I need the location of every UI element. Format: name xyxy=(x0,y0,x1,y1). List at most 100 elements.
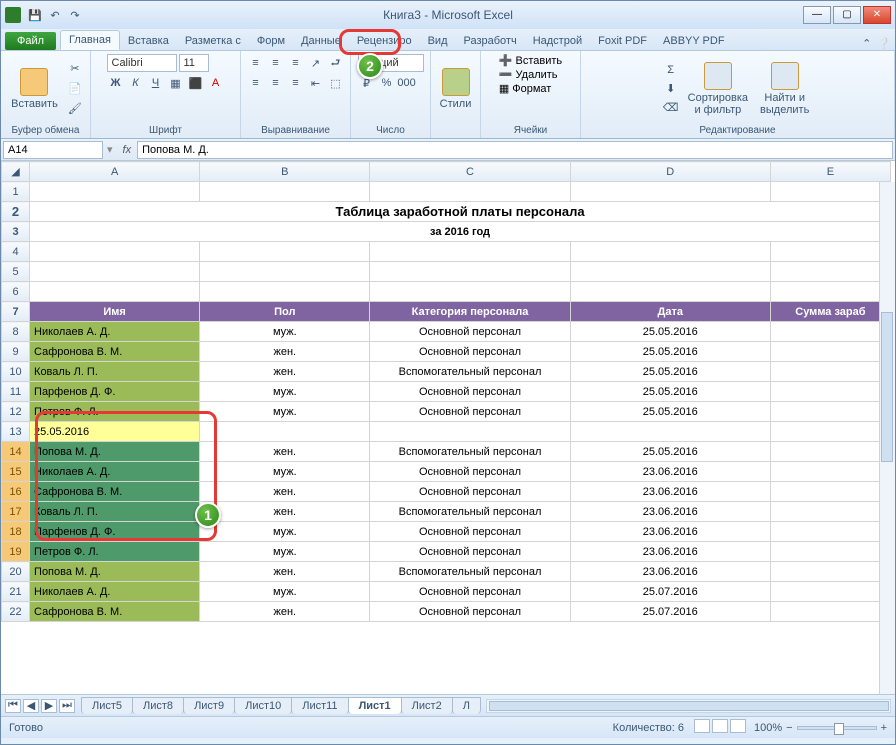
cell[interactable]: муж. xyxy=(200,322,370,342)
underline-button[interactable]: Ч xyxy=(147,74,165,92)
cell[interactable]: жен. xyxy=(200,442,370,462)
cell[interactable]: 25.05.2016 xyxy=(570,322,770,342)
close-button[interactable]: ✕ xyxy=(863,6,891,24)
cell[interactable]: Вспомогательный персонал xyxy=(370,442,570,462)
cell[interactable] xyxy=(770,422,890,442)
table-title[interactable]: Таблица заработной платы персонала xyxy=(30,202,891,222)
view-buttons[interactable] xyxy=(692,719,746,736)
fx-icon[interactable]: fx xyxy=(123,144,132,156)
sheet-nav-last-icon[interactable]: ⏭ xyxy=(59,699,75,713)
font-name-combo[interactable]: Calibri xyxy=(107,54,177,72)
orientation-icon[interactable]: ↗ xyxy=(307,54,325,72)
row-header[interactable]: 3 xyxy=(2,222,30,242)
row-header[interactable]: 22 xyxy=(2,602,30,622)
cell[interactable]: 2 xyxy=(770,582,890,602)
sheet-tab[interactable]: Лист5 xyxy=(81,697,133,714)
cell[interactable]: жен. xyxy=(200,602,370,622)
row-header[interactable]: 18 xyxy=(2,522,30,542)
tab-view[interactable]: Вид xyxy=(420,32,456,50)
sheet-tab[interactable]: Лист1 xyxy=(348,697,402,714)
cell[interactable]: Николаев А. Д. xyxy=(30,582,200,602)
row-header[interactable]: 12 xyxy=(2,402,30,422)
cell[interactable]: Основной персонал xyxy=(370,602,570,622)
vertical-scrollbar[interactable] xyxy=(879,182,895,694)
cell[interactable]: 1 xyxy=(770,442,890,462)
maximize-button[interactable]: ▢ xyxy=(833,6,861,24)
merge-icon[interactable]: ⬚ xyxy=(327,74,345,92)
sheet-nav-prev-icon[interactable]: ◀ xyxy=(23,699,39,713)
cell[interactable]: 23.06.2016 xyxy=(570,522,770,542)
row-header[interactable]: 7 xyxy=(2,302,30,322)
row-header[interactable]: 14 xyxy=(2,442,30,462)
cell[interactable]: 25.05.2016 xyxy=(570,362,770,382)
clear-icon[interactable]: ⌫ xyxy=(662,99,680,117)
cell[interactable]: 9 xyxy=(770,562,890,582)
cell[interactable]: Парфенов Д. Ф. xyxy=(30,382,200,402)
row-header[interactable]: 16 xyxy=(2,482,30,502)
tab-layout[interactable]: Разметка с xyxy=(177,32,249,50)
sort-filter-button[interactable]: Сортировка и фильтр xyxy=(684,60,752,118)
cell[interactable] xyxy=(770,522,890,542)
tab-developer[interactable]: Разработч xyxy=(456,32,525,50)
cell[interactable]: Сафронова В. М. xyxy=(30,602,200,622)
cell[interactable]: Сафронова В. М. xyxy=(30,482,200,502)
cell[interactable]: 1 xyxy=(770,482,890,502)
column-header[interactable]: Категория персонала xyxy=(370,302,570,322)
sheet-tab[interactable]: Лист11 xyxy=(291,697,348,714)
cell[interactable]: 23.06.2016 xyxy=(570,542,770,562)
row-header[interactable]: 10 xyxy=(2,362,30,382)
cells-delete-button[interactable]: ➖Удалить xyxy=(499,68,558,81)
cell[interactable]: Вспомогательный персонал xyxy=(370,502,570,522)
cell[interactable]: Николаев А. Д. xyxy=(30,322,200,342)
cell[interactable]: 2 xyxy=(770,402,890,422)
cell[interactable]: 3 xyxy=(770,382,890,402)
spreadsheet-grid[interactable]: ◢ A B C D E 12Таблица заработной платы п… xyxy=(1,161,891,622)
cell[interactable]: Попова М. Д. xyxy=(30,442,200,462)
row-header[interactable]: 20 xyxy=(2,562,30,582)
sheet-tab[interactable]: Лист9 xyxy=(183,697,235,714)
cell[interactable]: Основной персонал xyxy=(370,582,570,602)
cell[interactable]: Вспомогательный персонал xyxy=(370,362,570,382)
cell[interactable]: 25.05.2016 xyxy=(570,342,770,362)
paste-button[interactable]: Вставить xyxy=(7,66,62,112)
sheet-nav-next-icon[interactable]: ▶ xyxy=(41,699,57,713)
horizontal-scrollbar[interactable] xyxy=(486,699,891,713)
name-box[interactable]: A14 xyxy=(3,141,103,159)
cell[interactable] xyxy=(370,422,570,442)
font-size-combo[interactable]: 11 xyxy=(179,54,209,72)
row-header[interactable]: 21 xyxy=(2,582,30,602)
border-button[interactable]: ▦ xyxy=(167,74,185,92)
cell[interactable]: Основной персонал xyxy=(370,462,570,482)
cell[interactable]: Основной персонал xyxy=(370,402,570,422)
tab-file[interactable]: Файл xyxy=(5,32,56,50)
col-header-d[interactable]: D xyxy=(570,162,770,182)
table-subtitle[interactable]: за 2016 год xyxy=(30,222,891,242)
zoom-out-button[interactable]: − xyxy=(786,722,792,734)
align-left-icon[interactable]: ≡ xyxy=(247,74,265,92)
indent-dec-icon[interactable]: ⇤ xyxy=(307,74,325,92)
tab-foxit[interactable]: Foxit PDF xyxy=(590,32,655,50)
row-header[interactable]: 6 xyxy=(2,282,30,302)
row-header[interactable]: 17 xyxy=(2,502,30,522)
cell[interactable]: 2 xyxy=(770,462,890,482)
column-header[interactable]: Имя xyxy=(30,302,200,322)
row-header[interactable]: 8 xyxy=(2,322,30,342)
column-header[interactable]: Дата xyxy=(570,302,770,322)
cell[interactable]: 25.05.2016 xyxy=(570,442,770,462)
comma-icon[interactable]: 000 xyxy=(398,74,416,92)
col-header-c[interactable]: C xyxy=(370,162,570,182)
cell[interactable]: 23.06.2016 xyxy=(570,502,770,522)
cell[interactable]: Петров Ф. Л. xyxy=(30,402,200,422)
align-center-icon[interactable]: ≡ xyxy=(267,74,285,92)
cell[interactable]: Коваль Л. П. xyxy=(30,362,200,382)
sheet-tab[interactable]: Лист10 xyxy=(234,697,292,714)
row-header[interactable]: 13 xyxy=(2,422,30,442)
redo-icon[interactable]: ↷ xyxy=(67,7,83,23)
cut-icon[interactable]: ✂ xyxy=(66,60,84,78)
col-header-a[interactable]: A xyxy=(30,162,200,182)
minimize-ribbon-icon[interactable]: ⌃ xyxy=(862,37,871,50)
cell[interactable]: муж. xyxy=(200,522,370,542)
bold-button[interactable]: Ж xyxy=(107,74,125,92)
format-painter-icon[interactable]: 🖌 xyxy=(66,100,84,118)
cell[interactable]: 1 xyxy=(770,502,890,522)
